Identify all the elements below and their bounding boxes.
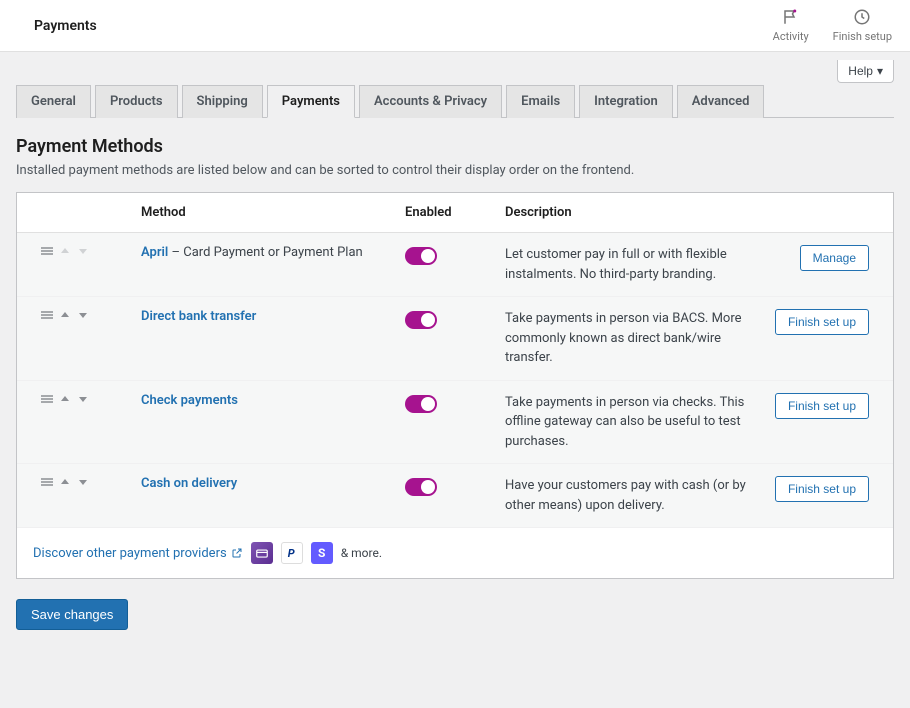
column-method: Method bbox=[133, 205, 397, 220]
drag-handle-icon[interactable] bbox=[41, 393, 53, 409]
enabled-toggle[interactable] bbox=[405, 395, 437, 413]
finish-setup-label: Finish setup bbox=[833, 30, 892, 43]
tab-emails[interactable]: Emails bbox=[506, 85, 575, 118]
tab-products[interactable]: Products bbox=[95, 85, 178, 118]
payment-methods-table: Method Enabled Description April – Card … bbox=[16, 192, 894, 579]
page-title: Payments bbox=[34, 18, 97, 34]
tab-accounts-privacy[interactable]: Accounts & Privacy bbox=[359, 85, 502, 118]
tabs: General Products Shipping Payments Accou… bbox=[16, 85, 894, 118]
sort-cell bbox=[33, 309, 133, 325]
and-more-text: & more. bbox=[341, 546, 382, 560]
method-link[interactable]: Check payments bbox=[141, 393, 238, 408]
sort-cell bbox=[33, 393, 133, 409]
content-area: Help ▾ General Products Shipping Payment… bbox=[0, 52, 910, 646]
sort-cell bbox=[33, 245, 133, 261]
column-enabled: Enabled bbox=[397, 205, 497, 220]
move-down-icon[interactable] bbox=[77, 393, 89, 409]
move-up-icon[interactable] bbox=[59, 309, 71, 325]
discover-row: Discover other payment providers S & mor… bbox=[17, 528, 893, 578]
description-text: Let customer pay in full or with flexibl… bbox=[497, 245, 757, 284]
move-down-icon[interactable] bbox=[77, 309, 89, 325]
finish-setup-button[interactable]: Finish set up bbox=[775, 309, 869, 335]
description-text: Take payments in person via BACS. More c… bbox=[497, 309, 757, 368]
drag-handle-icon[interactable] bbox=[41, 476, 53, 492]
top-bar: Payments Activity Finish setup bbox=[0, 0, 910, 52]
discover-link[interactable]: Discover other payment providers bbox=[33, 546, 243, 561]
enabled-toggle[interactable] bbox=[405, 247, 437, 265]
tab-advanced[interactable]: Advanced bbox=[677, 85, 765, 118]
flag-icon bbox=[782, 8, 800, 26]
provider-woopay-icon bbox=[251, 542, 273, 564]
discover-link-text: Discover other payment providers bbox=[33, 546, 227, 561]
move-up-icon[interactable] bbox=[59, 476, 71, 492]
help-button[interactable]: Help ▾ bbox=[837, 60, 894, 83]
tab-general[interactable]: General bbox=[16, 85, 91, 118]
table-row: Cash on delivery Have your customers pay… bbox=[17, 464, 893, 528]
enabled-toggle[interactable] bbox=[405, 311, 437, 329]
move-down-icon[interactable] bbox=[77, 476, 89, 492]
finish-setup-button[interactable]: Finish set up bbox=[775, 476, 869, 502]
table-row: April – Card Payment or Payment Plan Let… bbox=[17, 233, 893, 297]
top-bar-actions: Activity Finish setup bbox=[773, 8, 892, 43]
manage-button[interactable]: Manage bbox=[800, 245, 869, 271]
tab-payments[interactable]: Payments bbox=[267, 85, 355, 118]
move-up-icon[interactable] bbox=[59, 245, 71, 261]
method-link[interactable]: Direct bank transfer bbox=[141, 309, 256, 324]
section-description: Installed payment methods are listed bel… bbox=[16, 163, 894, 178]
caret-down-icon: ▾ bbox=[877, 64, 883, 78]
save-changes-button[interactable]: Save changes bbox=[16, 599, 128, 630]
finish-setup-button[interactable]: Finish setup bbox=[833, 8, 892, 43]
enabled-toggle[interactable] bbox=[405, 478, 437, 496]
method-extra: – Card Payment or Payment Plan bbox=[168, 245, 362, 260]
external-link-icon bbox=[231, 547, 243, 559]
activity-label: Activity bbox=[773, 30, 809, 43]
method-link[interactable]: April bbox=[141, 245, 168, 260]
table-header: Method Enabled Description bbox=[17, 193, 893, 233]
move-up-icon[interactable] bbox=[59, 393, 71, 409]
provider-paypal-icon bbox=[281, 542, 303, 564]
clock-icon bbox=[853, 8, 871, 26]
description-text: Have your customers pay with cash (or by… bbox=[497, 476, 757, 515]
move-down-icon[interactable] bbox=[77, 245, 89, 261]
help-label: Help bbox=[848, 64, 873, 78]
method-link[interactable]: Cash on delivery bbox=[141, 476, 237, 491]
tab-integration[interactable]: Integration bbox=[579, 85, 673, 118]
section-title: Payment Methods bbox=[16, 136, 894, 157]
column-description: Description bbox=[497, 205, 757, 220]
drag-handle-icon[interactable] bbox=[41, 309, 53, 325]
tab-shipping[interactable]: Shipping bbox=[182, 85, 263, 118]
finish-setup-button[interactable]: Finish set up bbox=[775, 393, 869, 419]
drag-handle-icon[interactable] bbox=[41, 245, 53, 261]
activity-button[interactable]: Activity bbox=[773, 8, 809, 43]
description-text: Take payments in person via checks. This… bbox=[497, 393, 757, 452]
table-row: Check payments Take payments in person v… bbox=[17, 381, 893, 465]
table-row: Direct bank transfer Take payments in pe… bbox=[17, 297, 893, 381]
provider-stripe-icon: S bbox=[311, 542, 333, 564]
sort-cell bbox=[33, 476, 133, 492]
